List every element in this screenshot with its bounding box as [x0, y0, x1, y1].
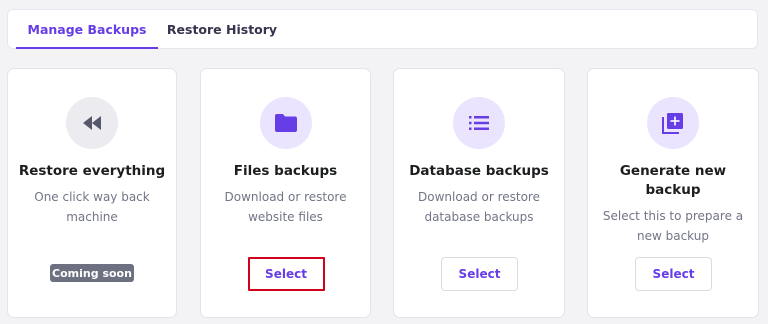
tab-manage-backups[interactable]: Manage Backups	[16, 10, 158, 49]
generate-backup-select-button[interactable]: Select	[635, 257, 712, 291]
add-library-icon	[647, 97, 699, 149]
coming-soon-badge: Coming soon	[50, 264, 134, 282]
rewind-icon	[66, 97, 118, 149]
database-backups-select-button[interactable]: Select	[441, 257, 518, 291]
card-description: One click way back machine	[34, 190, 150, 224]
card-description: Download or restore database backups	[418, 190, 540, 224]
folder-icon	[259, 97, 312, 149]
tab-restore-history[interactable]: Restore History	[158, 10, 286, 48]
card-title: Files backups	[233, 163, 338, 179]
card-description: Select this to prepare a new backup	[602, 209, 744, 243]
list-icon	[453, 97, 505, 149]
card-title: Generate new backup	[619, 163, 727, 198]
card-description: Download or restore website files	[224, 190, 347, 224]
card-title: Restore everything	[18, 163, 166, 179]
files-backups-card: Files backups Download or restore websit…	[200, 68, 371, 318]
generate-backup-card: Generate new backup Select this to prepa…	[587, 68, 759, 318]
backup-tabs: Manage Backups Restore History	[7, 9, 758, 49]
database-backups-card: Database backups Download or restore dat…	[393, 68, 565, 318]
files-backups-select-button[interactable]: Select	[247, 257, 325, 291]
restore-everything-card: Restore everything One click way back ma…	[7, 68, 177, 318]
card-title: Database backups	[409, 163, 549, 179]
